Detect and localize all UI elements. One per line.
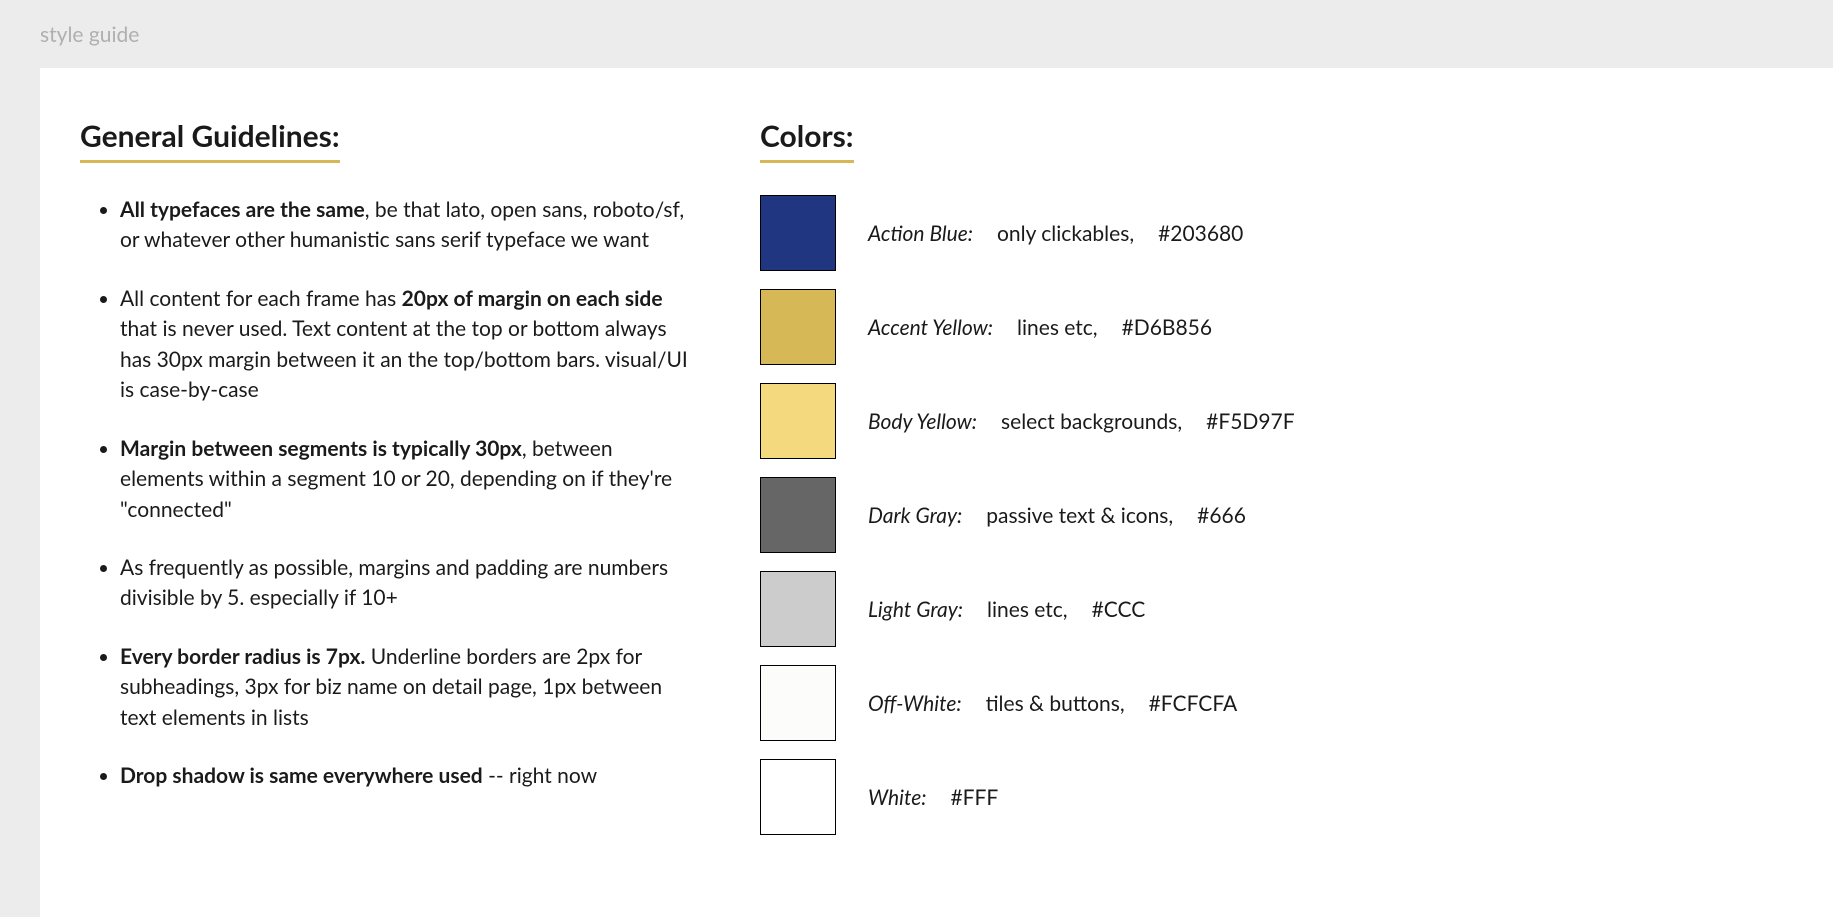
swatch-text: Off-White: tiles & buttons, #FCFCFA	[868, 691, 1237, 716]
color-swatch	[760, 665, 836, 741]
swatch-usage: tiles & buttons,	[986, 691, 1125, 716]
guidelines-list: All typefaces are the same, be that lato…	[80, 195, 700, 792]
topbar-title: style guide	[40, 22, 139, 47]
swatch-hex: #F5D97F	[1206, 409, 1294, 434]
guideline-item: As frequently as possible, margins and p…	[120, 553, 700, 614]
guideline-bold-text: Margin between segments is typically 30p…	[120, 436, 522, 461]
swatch-hex: #CCC	[1092, 597, 1146, 622]
swatch-usage: lines etc,	[987, 597, 1068, 622]
swatch-usage: lines etc,	[1017, 315, 1098, 340]
color-swatch	[760, 477, 836, 553]
swatch-name: Off-White:	[868, 691, 962, 716]
swatch-name: Light Gray:	[868, 597, 963, 622]
swatch-name: Dark Gray:	[868, 503, 962, 528]
swatch-name: White:	[868, 785, 927, 810]
swatch-hex: #666	[1197, 503, 1246, 528]
swatch-hex: #FFF	[951, 785, 999, 810]
color-swatch	[760, 289, 836, 365]
guideline-bold-text: All typefaces are the same	[120, 197, 365, 222]
swatch-row: Accent Yellow: lines etc, #D6B856	[760, 289, 1793, 365]
swatch-row: White: #FFF	[760, 759, 1793, 835]
swatch-text: Action Blue: only clickables, #203680	[868, 221, 1243, 246]
swatch-text: Body Yellow: select backgrounds, #F5D97F	[868, 409, 1295, 434]
swatch-usage: only clickables,	[997, 221, 1134, 246]
color-swatch	[760, 759, 836, 835]
swatch-list: Action Blue: only clickables, #203680 Accen…	[760, 195, 1793, 835]
swatch-name: Body Yellow:	[868, 409, 977, 434]
page: General Guidelines: All typefaces are th…	[40, 68, 1833, 917]
guideline-pre-text: As frequently as possible, margins and p…	[120, 555, 668, 610]
color-swatch	[760, 571, 836, 647]
colors-column: Colors: Action Blue: only clickables, #203…	[760, 118, 1793, 917]
swatch-usage: select backgrounds,	[1001, 409, 1182, 434]
guideline-item: Drop shadow is same everywhere used -- r…	[120, 761, 700, 791]
guideline-bold-text: Drop shadow is same everywhere used	[120, 763, 483, 788]
guideline-pre-text: All content for each frame has	[120, 286, 402, 311]
swatch-row: Off-White: tiles & buttons, #FCFCFA	[760, 665, 1793, 741]
swatch-row: Action Blue: only clickables, #203680	[760, 195, 1793, 271]
swatch-row: Light Gray: lines etc, #CCC	[760, 571, 1793, 647]
guideline-item: All typefaces are the same, be that lato…	[120, 195, 700, 256]
guideline-item: Margin between segments is typically 30p…	[120, 434, 700, 525]
swatch-usage: passive text & icons,	[986, 503, 1173, 528]
swatch-hex: #FCFCFA	[1149, 691, 1238, 716]
color-swatch	[760, 195, 836, 271]
swatch-name: Accent Yellow:	[868, 315, 993, 340]
swatch-row: Dark Gray: passive text & icons, #666	[760, 477, 1793, 553]
guideline-rest-text: -- right now	[483, 763, 597, 788]
guidelines-column: General Guidelines: All typefaces are th…	[80, 118, 700, 917]
colors-heading: Colors:	[760, 118, 854, 163]
swatch-text: Light Gray: lines etc, #CCC	[868, 597, 1145, 622]
swatch-name: Action Blue:	[868, 221, 973, 246]
swatch-hex: #D6B856	[1122, 315, 1212, 340]
swatch-row: Body Yellow: select backgrounds, #F5D97F	[760, 383, 1793, 459]
swatch-text: Accent Yellow: lines etc, #D6B856	[868, 315, 1212, 340]
color-swatch	[760, 383, 836, 459]
guideline-rest-text: that is never used. Text content at the …	[120, 316, 688, 402]
guideline-item: All content for each frame has 20px of m…	[120, 284, 700, 406]
swatch-text: White: #FFF	[868, 785, 998, 810]
guidelines-heading: General Guidelines:	[80, 118, 340, 163]
topbar: style guide	[0, 0, 1833, 68]
swatch-hex: #203680	[1158, 221, 1243, 246]
guideline-bold-text: 20px of margin on each side	[402, 286, 663, 311]
guideline-item: Every border radius is 7px. Underline bo…	[120, 642, 700, 733]
swatch-text: Dark Gray: passive text & icons, #666	[868, 503, 1246, 528]
guideline-bold-text: Every border radius is 7px.	[120, 644, 365, 669]
